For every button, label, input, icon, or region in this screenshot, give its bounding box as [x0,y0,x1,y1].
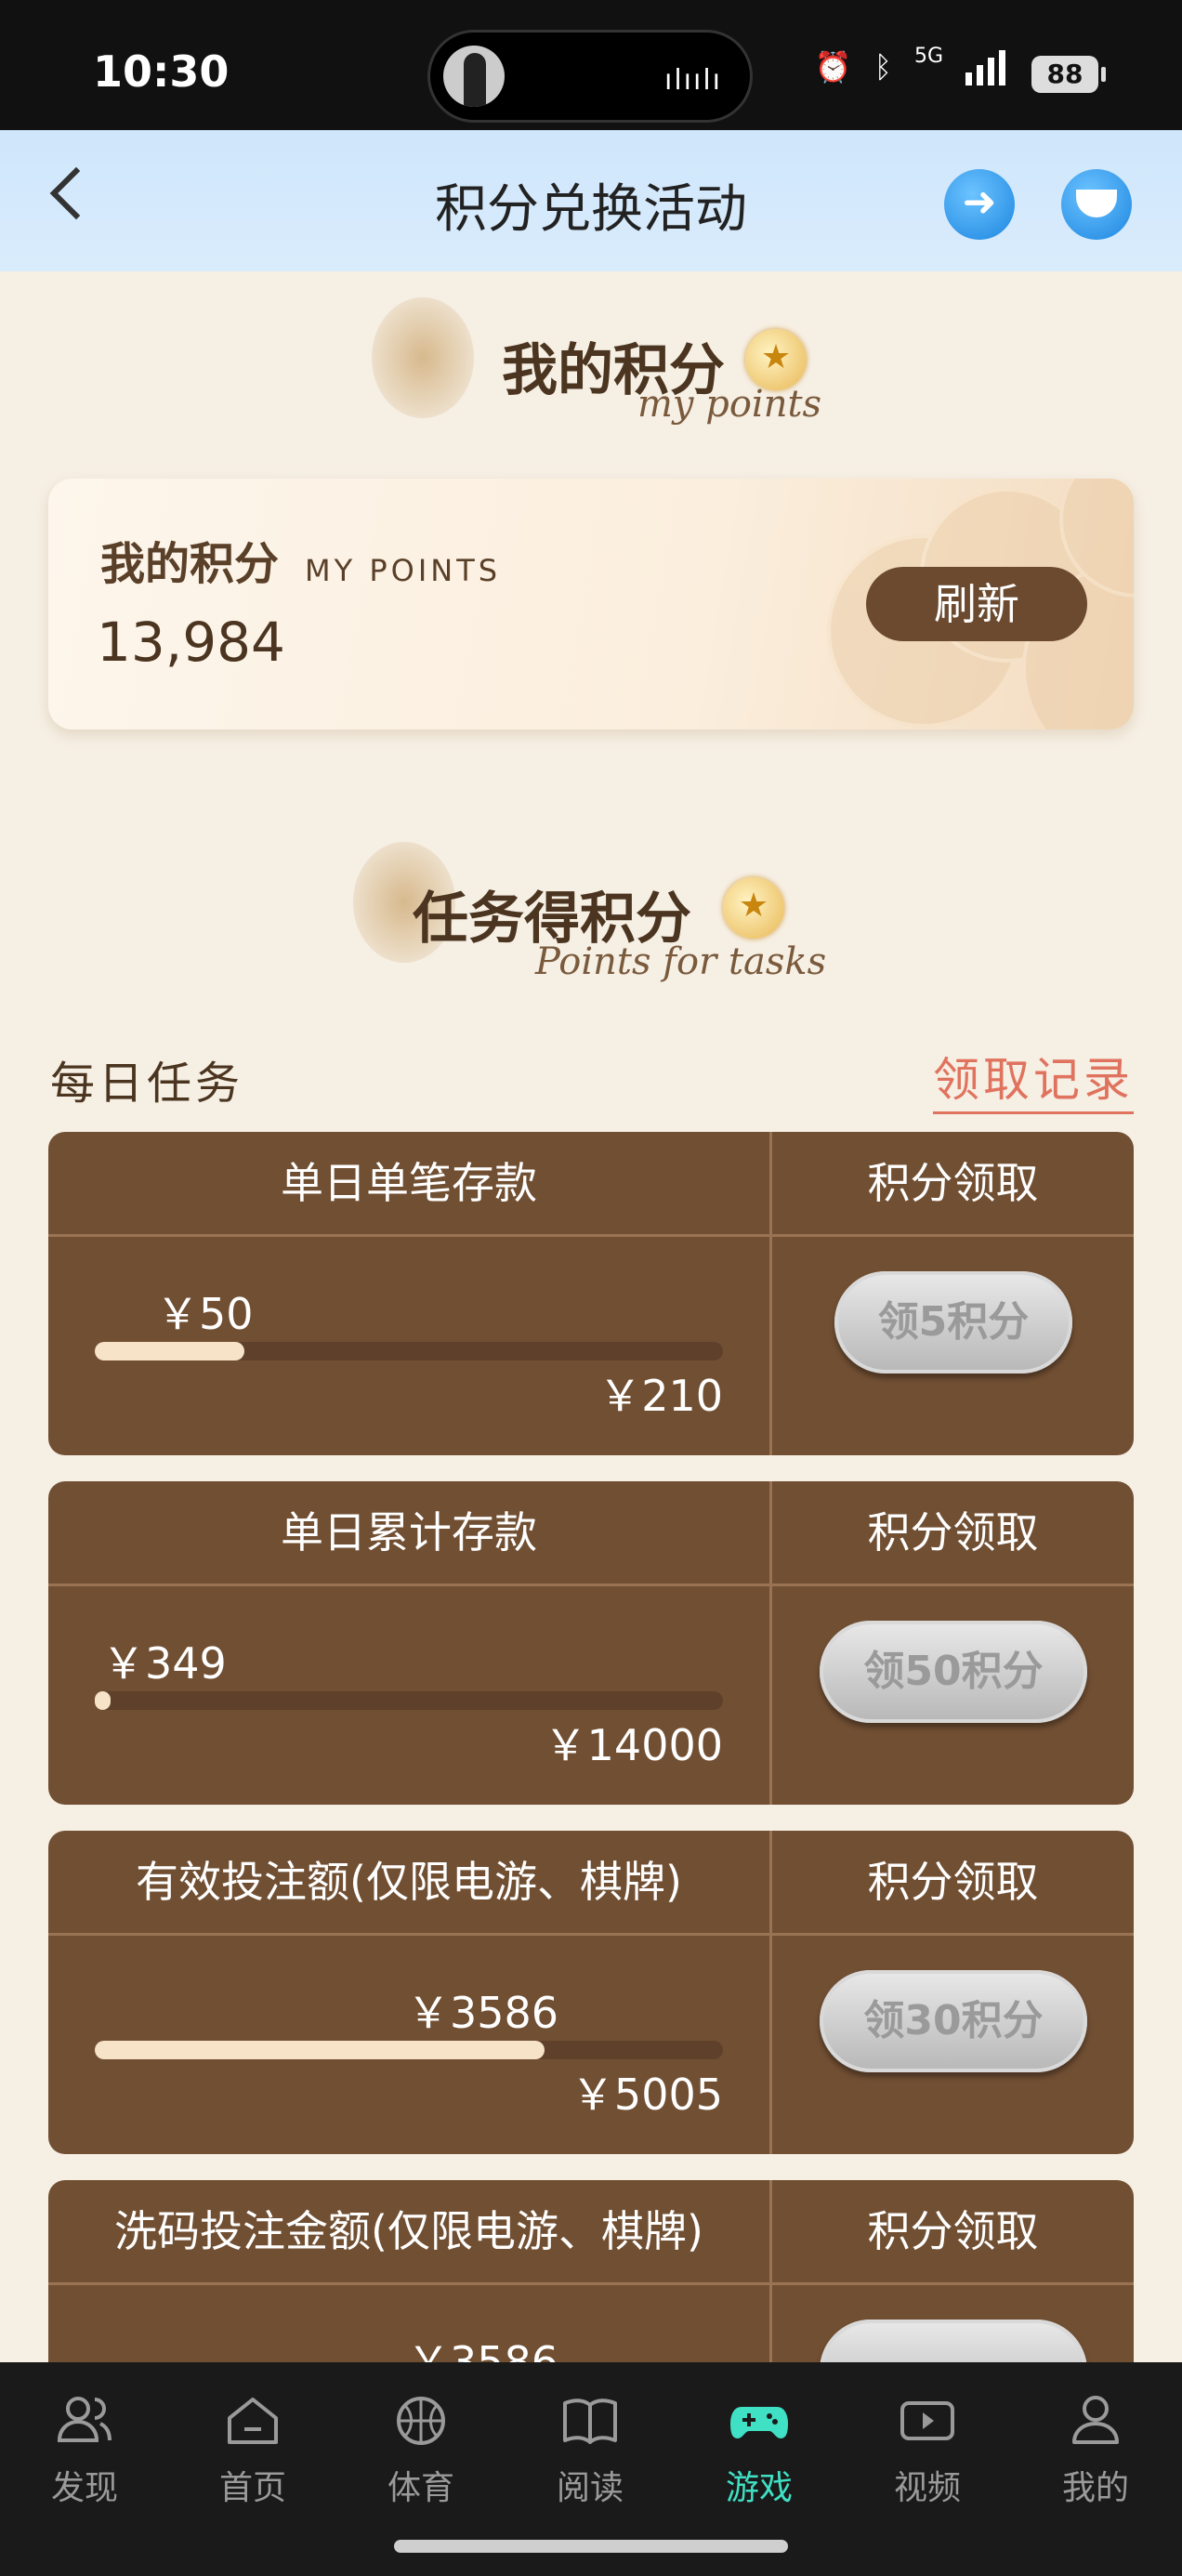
nav-label: 首页 [218,2469,286,2507]
gamepad-icon [730,2407,788,2438]
coin-icon [723,877,784,939]
users-icon [57,2397,112,2442]
battery-icon: 88 [1031,56,1106,93]
status-bar: 10:30 ılıılı ⏰ ᛒ 5G 88 [0,0,1182,130]
nav-label: 发现 [50,2469,118,2507]
nav-item-sports[interactable]: 体育 [336,2362,506,2530]
status-icons: ⏰ ᛒ 5G [814,44,1005,85]
claim-column-label: 积分领取 [867,2206,1039,2256]
alarm-icon: ⏰ [814,49,852,85]
media-avatar [443,46,505,107]
my-points-heading: 我的积分 my points [0,279,1182,446]
glow-decoration [372,297,474,418]
section-subtitle: Points for tasks [535,940,827,983]
audio-wave-icon: ılıılı [663,64,722,97]
bluetooth-icon: ᛒ [873,49,892,85]
nav-label: 视频 [893,2469,961,2507]
points-label-en: MY POINTS [305,553,502,588]
network-label: 5G [913,44,943,68]
nav-item-video[interactable]: 视频 [843,2362,1012,2530]
home-indicator [394,2540,788,2553]
claim-column-label: 积分领取 [867,1507,1039,1557]
progress-bar [95,1342,723,1360]
profile-icon [1072,2396,1119,2444]
claim-button[interactable]: 领50积分 [820,1621,1087,1723]
claim-records-link[interactable]: 领取记录 [933,1043,1134,1114]
share-button[interactable] [944,169,1015,240]
claim-button[interactable]: 领5积分 [834,1271,1072,1373]
target-amount: ￥210 [598,1371,723,1421]
current-amount: ￥349 [102,1638,227,1689]
task-name: 单日累计存款 [281,1507,537,1557]
video-icon [900,2401,954,2440]
claim-button[interactable]: 领30积分 [820,1970,1087,2072]
points-card: 我的积分 MY POINTS 13,984 刷新 [48,479,1134,729]
nav-item-profile[interactable]: 我的 [1011,2362,1180,2530]
task-card: 单日累计存款 积分领取 ￥349 ￥14000 领50积分 [48,1481,1134,1805]
section-subtitle: my points [637,383,822,426]
nav-item-home[interactable]: 首页 [168,2362,337,2530]
task-card: 单日单笔存款 积分领取 ￥50 ￥210 领5积分 [48,1132,1134,1455]
current-amount: ￥50 [156,1289,254,1339]
nav-label: 阅读 [556,2469,624,2507]
nav-item-discover[interactable]: 发现 [0,2362,169,2530]
target-amount: ￥5005 [571,2070,723,2120]
status-time: 10:30 [93,46,230,97]
tasks-heading: 任务得积分 Points for tasks [0,827,1182,1013]
nav-item-read[interactable]: 阅读 [506,2362,675,2530]
nav-label: 游戏 [725,2469,793,2507]
claim-column-label: 积分领取 [867,1857,1039,1907]
customer-service-button[interactable] [1061,169,1132,240]
claim-column-label: 积分领取 [867,1158,1039,1208]
home-icon [228,2398,278,2444]
nav-label: 体育 [387,2469,454,2507]
points-value: 13,984 [97,611,285,674]
current-amount: ￥3586 [407,1988,559,2038]
signal-icon [965,48,1005,85]
daily-tasks-label: 每日任务 [50,1058,244,1110]
page-header: 积分兑换活动 [0,130,1182,271]
dynamic-island: ılıılı [427,30,753,123]
task-name: 单日单笔存款 [281,1158,537,1208]
nav-item-games[interactable]: 游戏 [675,2362,844,2530]
basketball-icon [397,2397,445,2445]
task-name: 有效投注额(仅限电游、棋牌) [136,1857,682,1907]
target-amount: ￥14000 [544,1720,723,1770]
progress-bar [95,2041,723,2059]
coin-icon [745,329,807,390]
progress-bar [95,1691,723,1710]
refresh-button[interactable]: 刷新 [866,567,1087,641]
task-card: 有效投注额(仅限电游、棋牌) 积分领取 ￥3586 ￥5005 领30积分 [48,1831,1134,2154]
task-name: 洗码投注金额(仅限电游、棋牌) [114,2206,703,2256]
points-label: 我的积分 [100,538,280,590]
book-icon [563,2399,617,2444]
nav-label: 我的 [1061,2469,1129,2507]
